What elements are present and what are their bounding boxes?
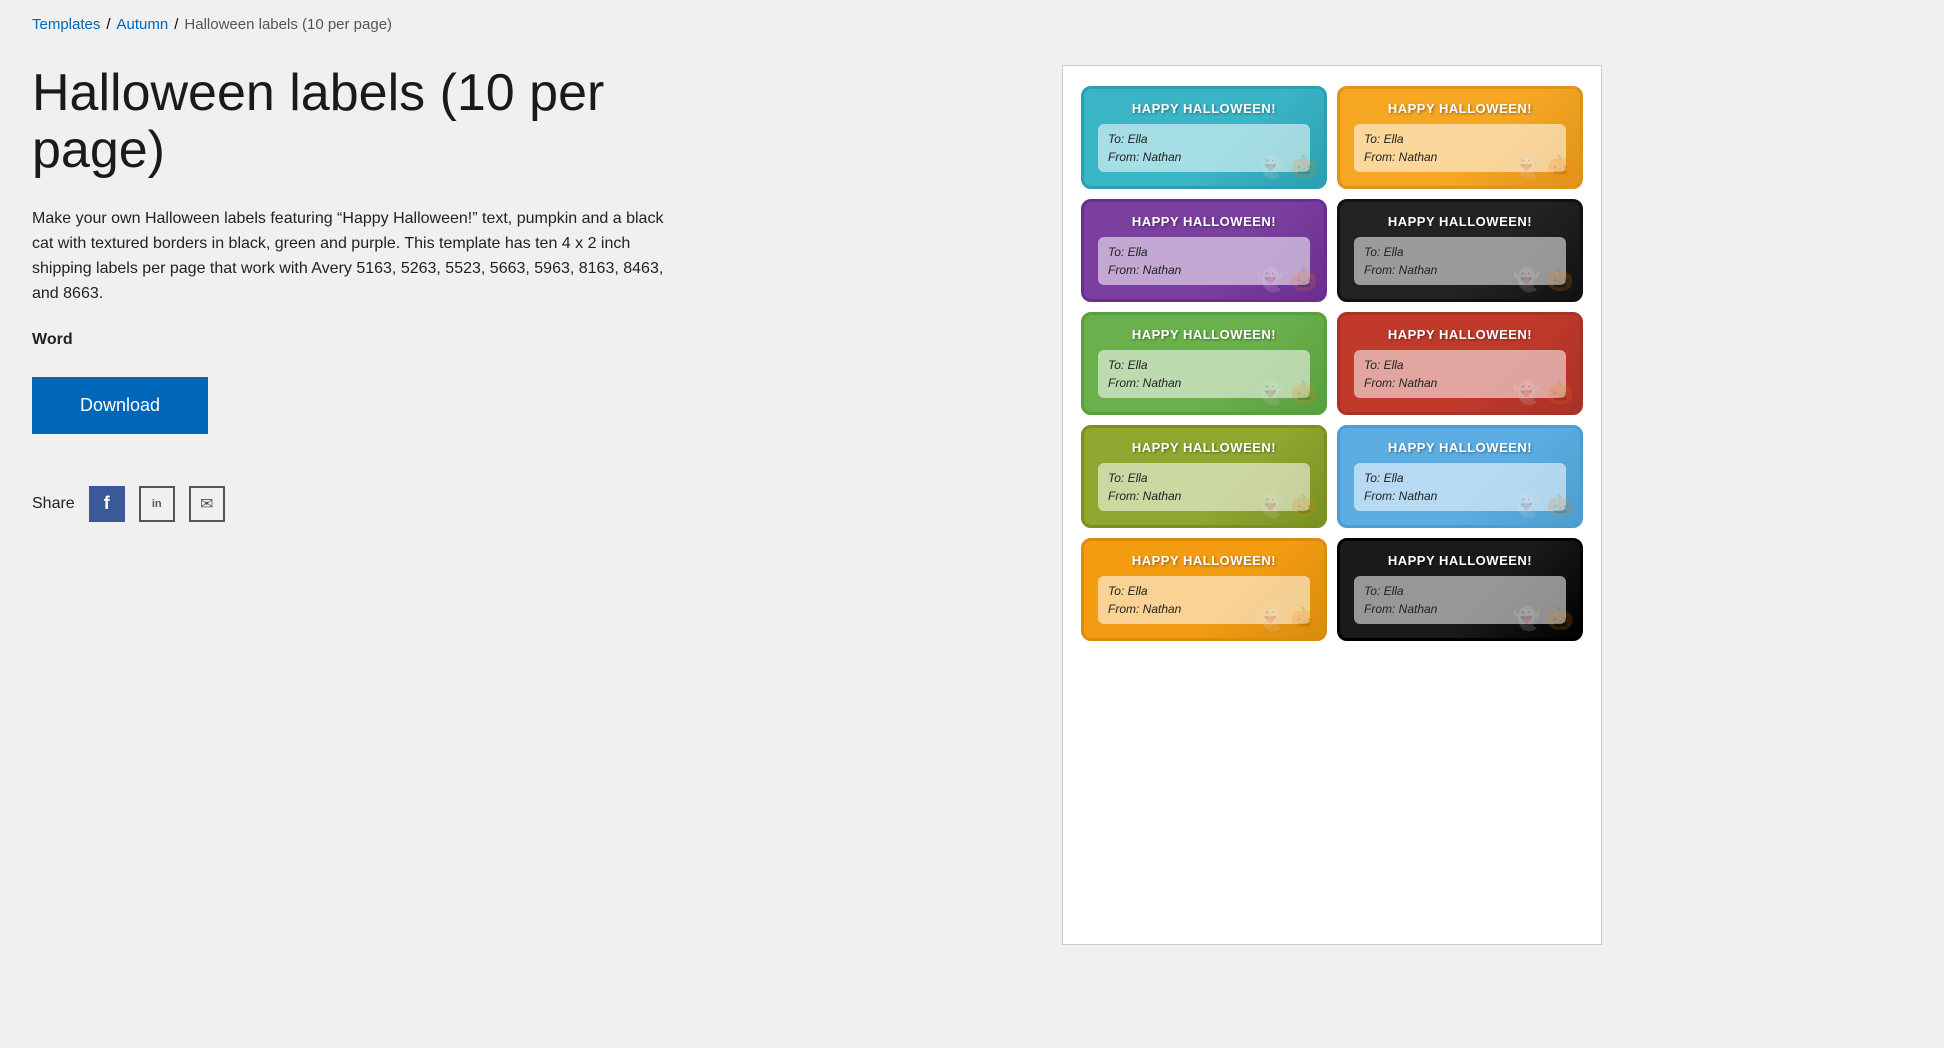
label-title: HAPPY HALLOWEEN!: [1098, 327, 1310, 342]
breadcrumb: Templates / Autumn / Halloween labels (1…: [32, 16, 1912, 33]
label-from: From: Nathan: [1108, 148, 1300, 166]
label-inner: To: EllaFrom: Nathan: [1354, 350, 1566, 398]
label-inner: To: EllaFrom: Nathan: [1354, 237, 1566, 285]
label-card: HAPPY HALLOWEEN! To: EllaFrom: Nathan: [1081, 312, 1327, 415]
template-preview: HAPPY HALLOWEEN!To: EllaFrom: NathanHAPP…: [1062, 65, 1602, 945]
label-to: To: Ella: [1108, 469, 1300, 487]
label-inner: To: EllaFrom: Nathan: [1098, 576, 1310, 624]
label-title: HAPPY HALLOWEEN!: [1098, 553, 1310, 568]
label-to: To: Ella: [1364, 582, 1556, 600]
label-from: From: Nathan: [1108, 261, 1300, 279]
share-label: Share: [32, 495, 75, 513]
label-title: HAPPY HALLOWEEN!: [1354, 440, 1566, 455]
label-inner: To: EllaFrom: Nathan: [1098, 463, 1310, 511]
page-title: Halloween labels (10 per page): [32, 65, 692, 179]
label-to: To: Ella: [1108, 356, 1300, 374]
label-card: HAPPY HALLOWEEN! To: EllaFrom: Nathan: [1337, 538, 1583, 641]
facebook-share-button[interactable]: f: [89, 486, 125, 522]
breadcrumb-sep-2: /: [174, 16, 178, 33]
email-share-button[interactable]: ✉: [189, 486, 225, 522]
breadcrumb-sep-1: /: [106, 16, 110, 33]
label-inner: To: EllaFrom: Nathan: [1098, 237, 1310, 285]
label-card: HAPPY HALLOWEEN! To: EllaFrom: Nathan: [1337, 312, 1583, 415]
label-title: HAPPY HALLOWEEN!: [1354, 101, 1566, 116]
right-panel: HAPPY HALLOWEEN!To: EllaFrom: NathanHAPP…: [752, 65, 1912, 945]
label-card: HAPPY HALLOWEEN! To: EllaFrom: Nathan: [1081, 425, 1327, 528]
label-from: From: Nathan: [1364, 261, 1556, 279]
label-from: From: Nathan: [1364, 487, 1556, 505]
label-to: To: Ella: [1108, 130, 1300, 148]
label-from: From: Nathan: [1108, 374, 1300, 392]
label-from: From: Nathan: [1108, 487, 1300, 505]
label-inner: To: EllaFrom: Nathan: [1354, 576, 1566, 624]
label-to: To: Ella: [1364, 130, 1556, 148]
label-to: To: Ella: [1364, 356, 1556, 374]
label-card: HAPPY HALLOWEEN! To: EllaFrom: Nathan: [1081, 199, 1327, 302]
main-content: Halloween labels (10 per page) Make your…: [32, 65, 1912, 945]
label-inner: To: EllaFrom: Nathan: [1354, 463, 1566, 511]
label-to: To: Ella: [1108, 582, 1300, 600]
label-inner: To: EllaFrom: Nathan: [1098, 350, 1310, 398]
label-from: From: Nathan: [1364, 600, 1556, 618]
label-inner: To: EllaFrom: Nathan: [1354, 124, 1566, 172]
label-card: HAPPY HALLOWEEN! To: EllaFrom: Nathan: [1337, 86, 1583, 189]
breadcrumb-autumn[interactable]: Autumn: [117, 16, 169, 33]
label-to: To: Ella: [1364, 243, 1556, 261]
label-title: HAPPY HALLOWEEN!: [1098, 440, 1310, 455]
labels-grid: HAPPY HALLOWEEN!To: EllaFrom: NathanHAPP…: [1081, 86, 1583, 641]
label-to: To: Ella: [1108, 243, 1300, 261]
linkedin-share-button[interactable]: in: [139, 486, 175, 522]
description: Make your own Halloween labels featuring…: [32, 207, 672, 306]
label-card: HAPPY HALLOWEEN! To: EllaFrom: Nathan: [1081, 86, 1327, 189]
label-card: HAPPY HALLOWEEN! To: EllaFrom: Nathan: [1337, 199, 1583, 302]
share-row: Share f in ✉: [32, 486, 692, 522]
label-title: HAPPY HALLOWEEN!: [1354, 327, 1566, 342]
download-button[interactable]: Download: [32, 377, 208, 434]
label-from: From: Nathan: [1108, 600, 1300, 618]
label-title: HAPPY HALLOWEEN!: [1098, 101, 1310, 116]
breadcrumb-current: Halloween labels (10 per page): [184, 16, 392, 33]
label-card: HAPPY HALLOWEEN! To: EllaFrom: Nathan: [1337, 425, 1583, 528]
label-title: HAPPY HALLOWEEN!: [1354, 214, 1566, 229]
label-from: From: Nathan: [1364, 148, 1556, 166]
label-card: HAPPY HALLOWEEN! To: EllaFrom: Nathan: [1081, 538, 1327, 641]
label-from: From: Nathan: [1364, 374, 1556, 392]
app-label: Word: [32, 331, 692, 349]
label-title: HAPPY HALLOWEEN!: [1354, 553, 1566, 568]
left-panel: Halloween labels (10 per page) Make your…: [32, 65, 692, 522]
label-inner: To: EllaFrom: Nathan: [1098, 124, 1310, 172]
label-to: To: Ella: [1364, 469, 1556, 487]
breadcrumb-templates[interactable]: Templates: [32, 16, 100, 33]
label-title: HAPPY HALLOWEEN!: [1098, 214, 1310, 229]
